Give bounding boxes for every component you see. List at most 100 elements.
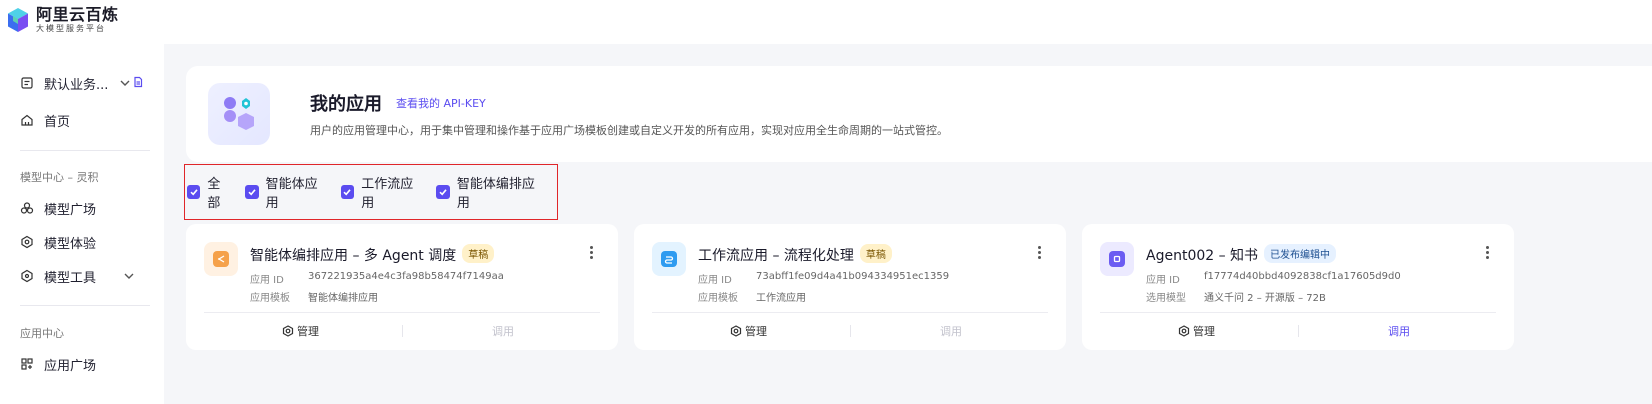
checkbox-checked-icon[interactable] <box>245 185 259 199</box>
app-card[interactable]: 智能体编排应用 – 多 Agent 调度 草稿 应用 ID 367221935a4… <box>186 224 618 350</box>
sidebar-item-label: 模型广场 <box>44 202 97 218</box>
page-title: 我的应用 <box>310 94 382 115</box>
gear-icon <box>282 325 294 337</box>
card-divider <box>1100 312 1496 313</box>
call-button[interactable]: 调用 <box>492 323 514 339</box>
call-button[interactable]: 调用 <box>940 323 962 339</box>
meta-label: 应用 ID <box>1146 275 1180 286</box>
filter-label: 智能体应用 <box>265 177 318 211</box>
document-icon[interactable] <box>132 76 144 88</box>
manage-label: 管理 <box>297 325 319 338</box>
meta-row: 应用 ID 73abff1fe09d4a41b094334951ec1359 <box>698 271 949 286</box>
more-icon[interactable] <box>1038 246 1042 260</box>
meta-label: 应用模板 <box>250 293 290 304</box>
filter-all[interactable]: 全部 <box>187 173 232 211</box>
sidebar-item-app-square[interactable]: 应用广场 <box>20 353 96 375</box>
checkbox-checked-icon[interactable] <box>187 185 201 199</box>
home-icon <box>20 113 34 127</box>
model-square-icon <box>20 201 34 215</box>
card-divider <box>204 312 600 313</box>
meta-value: 智能体编排应用 <box>308 293 378 304</box>
checkbox-checked-icon[interactable] <box>340 185 355 199</box>
meta-label: 应用 ID <box>250 275 284 286</box>
filter-bar: 全部 智能体应用 工作流应用 智能体编排应用 <box>184 164 558 220</box>
app-name-text: 智能体编排应用 – 多 Agent 调度 <box>250 248 457 264</box>
sidebar-item-home[interactable]: 首页 <box>20 109 70 131</box>
sidebar-item-model-tools[interactable]: 模型工具 <box>20 265 96 287</box>
meta-label: 应用 ID <box>698 275 732 286</box>
checkbox-checked-icon[interactable] <box>436 185 450 199</box>
meta-row: 选用模型 通义千问 2 – 开源版 – 72B <box>1146 289 1326 304</box>
model-experience-icon <box>20 235 34 249</box>
api-key-link[interactable]: 查看我的 API-KEY <box>396 95 486 111</box>
filter-agent-app[interactable]: 智能体应用 <box>245 173 328 211</box>
brand-logo[interactable]: 阿里云百炼 大模型服务平台 <box>6 6 119 34</box>
sidebar-item-label: 应用广场 <box>44 358 97 374</box>
app-id-value: 367221935a4e4c3fa98b58474f7149aa <box>308 271 504 282</box>
meta-value: 通义千问 2 – 开源版 – 72B <box>1204 293 1326 304</box>
workspace-selector[interactable]: 默认业务... <box>20 72 108 94</box>
brand-subtitle: 大模型服务平台 <box>36 24 106 33</box>
filter-workflow-app[interactable]: 工作流应用 <box>340 173 424 211</box>
gear-icon <box>730 325 742 337</box>
agent-app-icon <box>1100 242 1134 276</box>
section-label-model: 模型中心 – 灵积 <box>20 171 99 184</box>
action-divider <box>1298 325 1299 337</box>
more-icon[interactable] <box>590 246 594 260</box>
workspace-icon <box>20 76 34 90</box>
meta-row: 应用模板 工作流应用 <box>698 289 806 304</box>
meta-row: 应用模板 智能体编排应用 <box>250 289 378 304</box>
brand-title: 阿里云百炼 <box>36 5 119 24</box>
sidebar-item-label: 模型体验 <box>44 236 97 252</box>
manage-label: 管理 <box>1193 325 1215 338</box>
workspace-name: 默认业务... <box>44 77 109 93</box>
sidebar-divider <box>20 150 150 151</box>
sidebar-item-label: 模型工具 <box>44 270 97 286</box>
section-label-app: 应用中心 <box>20 327 64 340</box>
sidebar-divider <box>20 305 150 306</box>
sidebar-item-model-experience[interactable]: 模型体验 <box>20 231 96 253</box>
main-content: 我的应用 查看我的 API-KEY 用户的应用管理中心，用于集中管理和操作基于应… <box>164 44 1652 404</box>
sidebar: 阿里云百炼 大模型服务平台 默认业务... 首页 模型中心 – 灵积 模型广场 … <box>0 0 164 404</box>
filter-agent-orchestration-app[interactable]: 智能体编排应用 <box>436 173 544 211</box>
app-card[interactable]: 工作流应用 – 流程化处理 草稿 应用 ID 73abff1fe09d4a41b0… <box>634 224 1066 350</box>
card-divider <box>652 312 1048 313</box>
status-badge: 草稿 <box>859 244 892 263</box>
meta-row: 应用 ID 367221935a4e4c3fa98b58474f7149aa <box>250 271 504 286</box>
action-divider <box>402 325 403 337</box>
chevron-down-icon[interactable] <box>118 76 132 90</box>
app-name[interactable]: 工作流应用 – 流程化处理 草稿 <box>698 244 892 265</box>
app-id-value: f17774d40bbd4092838cf1a17605d9d0 <box>1204 271 1401 282</box>
chevron-down-icon[interactable] <box>122 269 136 283</box>
meta-value: 工作流应用 <box>756 293 806 304</box>
app-id-value: 73abff1fe09d4a41b094334951ec1359 <box>756 271 950 282</box>
agent-orchestration-icon <box>204 242 238 276</box>
more-icon[interactable] <box>1486 246 1490 260</box>
filter-label: 全部 <box>207 177 221 211</box>
manage-button[interactable]: 管理 <box>730 323 767 339</box>
manage-button[interactable]: 管理 <box>1178 323 1215 339</box>
app-name-text: 工作流应用 – 流程化处理 <box>698 248 854 264</box>
model-tools-icon <box>20 269 34 283</box>
meta-label: 选用模型 <box>1146 293 1186 304</box>
sidebar-item-label: 首页 <box>44 114 71 130</box>
manage-button[interactable]: 管理 <box>282 323 319 339</box>
app-card[interactable]: Agent002 – 知书 已发布编辑中 应用 ID f17774d40bbd40… <box>1082 224 1514 350</box>
app-grid-icon <box>20 357 34 371</box>
apps-hero-icon <box>208 83 270 145</box>
call-button[interactable]: 调用 <box>1388 323 1410 339</box>
logo-cube-icon <box>6 7 30 33</box>
sidebar-item-model-square[interactable]: 模型广场 <box>20 197 96 219</box>
app-name[interactable]: Agent002 – 知书 已发布编辑中 <box>1146 244 1337 265</box>
app-name[interactable]: 智能体编排应用 – 多 Agent 调度 草稿 <box>250 244 495 265</box>
header-card: 我的应用 查看我的 API-KEY 用户的应用管理中心，用于集中管理和操作基于应… <box>186 66 1652 162</box>
action-divider <box>850 325 851 337</box>
status-badge: 已发布编辑中 <box>1264 244 1337 263</box>
meta-label: 应用模板 <box>698 293 738 304</box>
filter-label: 智能体编排应用 <box>456 177 535 211</box>
gear-icon <box>1178 325 1190 337</box>
workflow-icon <box>652 242 686 276</box>
meta-row: 应用 ID f17774d40bbd4092838cf1a17605d9d0 <box>1146 271 1401 286</box>
page-description: 用户的应用管理中心，用于集中管理和操作基于应用广场模板创建或自定义开发的所有应用… <box>310 124 948 137</box>
status-badge: 草稿 <box>462 244 495 263</box>
